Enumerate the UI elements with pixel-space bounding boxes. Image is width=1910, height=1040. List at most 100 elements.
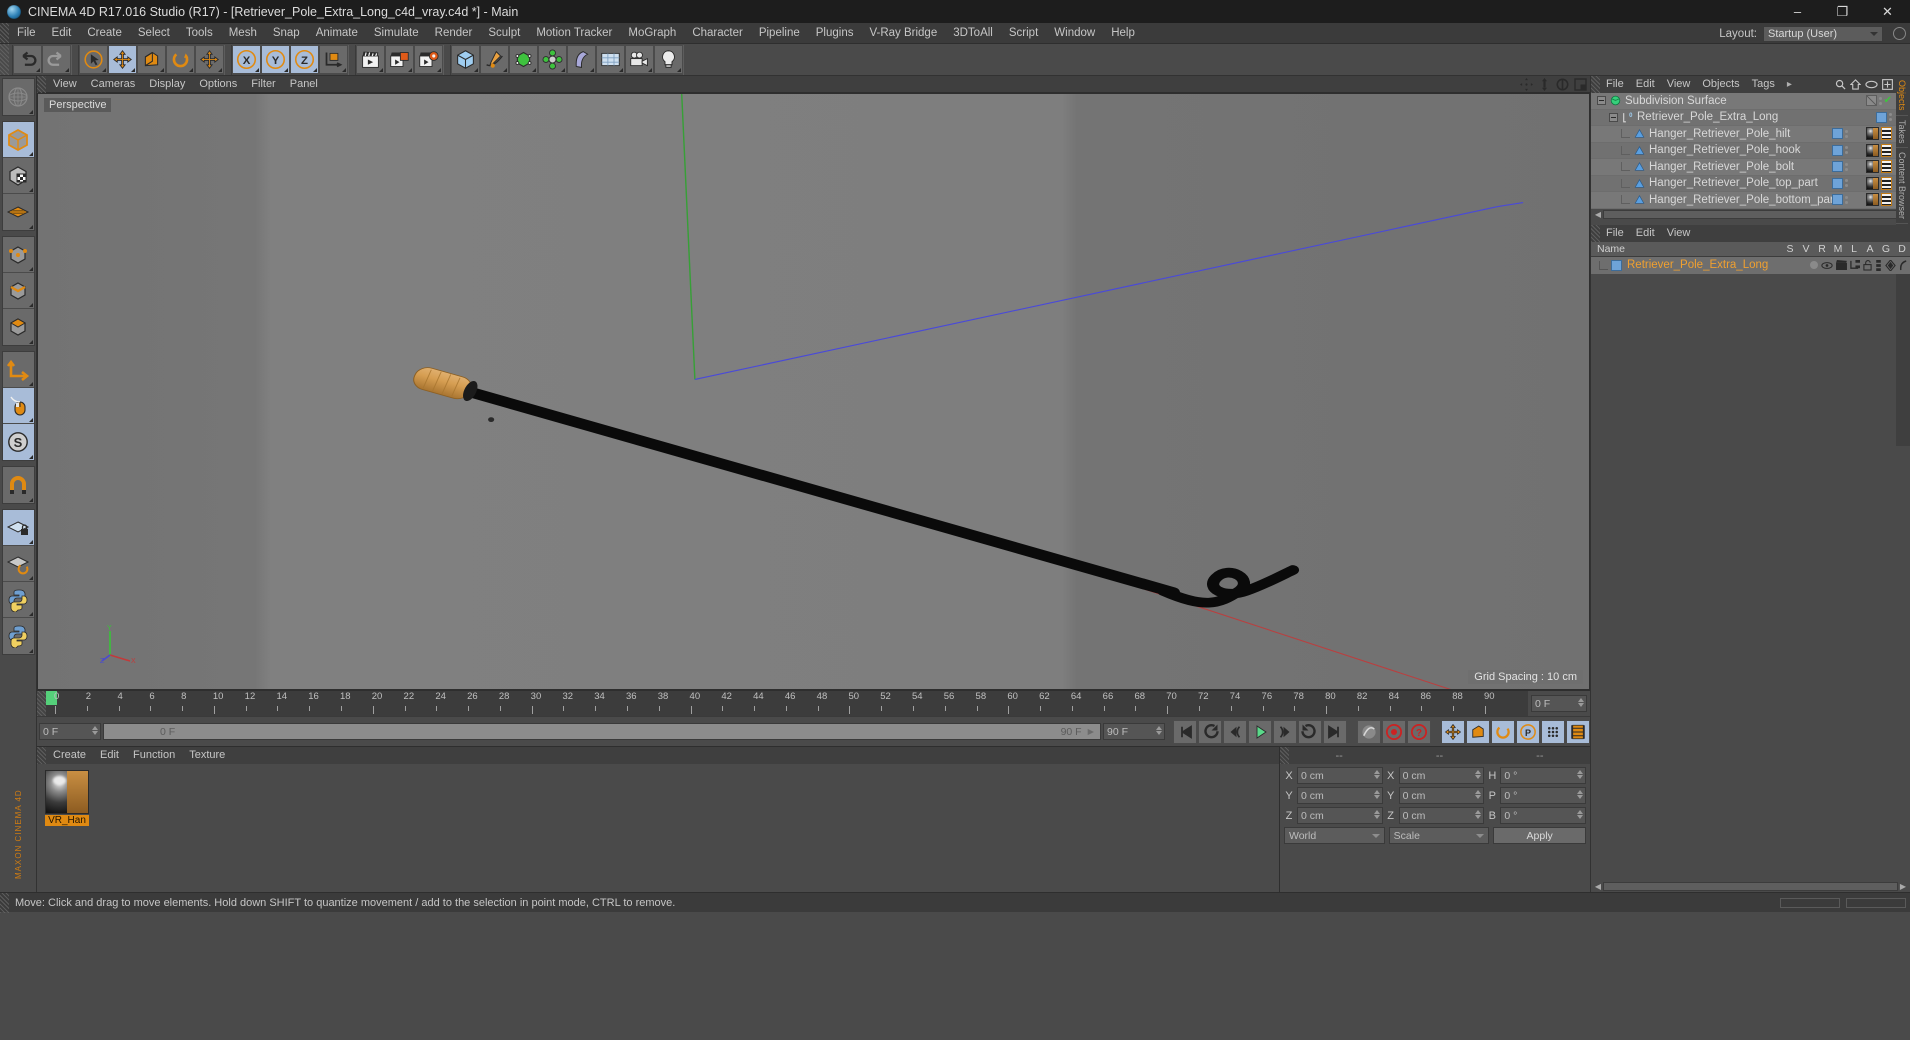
object-menu-item-tags[interactable]: Tags: [1746, 76, 1781, 93]
scroll-thumb[interactable]: [1603, 881, 1898, 891]
texture-tag-icon[interactable]: [1881, 193, 1892, 207]
enabled-check-icon[interactable]: ✔: [1884, 95, 1892, 106]
manager-toggle-icon[interactable]: [1850, 260, 1860, 270]
deformer-toggle-icon[interactable]: [1899, 259, 1908, 271]
current-frame-input[interactable]: 0 F: [1531, 695, 1587, 712]
search-icon[interactable]: [1835, 79, 1846, 90]
spinner-icon[interactable]: [1156, 726, 1162, 735]
position-z-input[interactable]: 0 cm: [1297, 807, 1383, 824]
scale-tool-button[interactable]: [137, 45, 166, 74]
attribute-row[interactable]: Retriever_Pole_Extra_Long: [1591, 256, 1910, 274]
menu-item-help[interactable]: Help: [1103, 23, 1143, 44]
undo-view-button[interactable]: [2, 79, 34, 115]
texture-tag-icon[interactable]: [1881, 127, 1892, 141]
render-settings-button[interactable]: [414, 45, 443, 74]
viewport-grip-handle[interactable]: [37, 75, 46, 93]
material-list[interactable]: VR_Han: [37, 764, 1279, 892]
material-grip-handle[interactable]: [37, 747, 46, 764]
object-visibility-dots[interactable]: [1889, 113, 1892, 122]
object-visibility-dots[interactable]: [1845, 129, 1848, 138]
object-visibility-box[interactable]: [1865, 95, 1877, 107]
coord-grip-handle[interactable]: [1280, 747, 1289, 764]
timeline-button[interactable]: [1566, 719, 1590, 744]
menu-item-v-ray-bridge[interactable]: V-Ray Bridge: [861, 23, 945, 44]
attribute-column-d[interactable]: D: [1894, 243, 1910, 255]
add-spline-button[interactable]: [480, 45, 509, 74]
attribute-menu-item-view[interactable]: View: [1661, 225, 1697, 242]
menu-item-script[interactable]: Script: [1001, 23, 1046, 44]
menu-item-select[interactable]: Select: [130, 23, 178, 44]
lock-z-button[interactable]: Z: [290, 45, 319, 74]
attribute-column-v[interactable]: V: [1798, 243, 1814, 255]
render-to-picture-viewer-button[interactable]: [385, 45, 414, 74]
rotation-b-input[interactable]: 0 °: [1500, 807, 1587, 824]
material-menu-item-edit[interactable]: Edit: [93, 747, 126, 764]
attribute-column-s[interactable]: S: [1782, 243, 1798, 255]
coordinate-mode-dropdown[interactable]: Scale: [1388, 827, 1490, 844]
end-frame-input[interactable]: 90 F: [1103, 723, 1165, 740]
viewport-menu-item-display[interactable]: Display: [142, 76, 192, 93]
redo-button[interactable]: [42, 45, 71, 74]
viewport-menu-item-view[interactable]: View: [46, 76, 84, 93]
menu-item-edit[interactable]: Edit: [44, 23, 80, 44]
python-script-button[interactable]: [2, 582, 34, 618]
menu-item-plugins[interactable]: Plugins: [808, 23, 862, 44]
add-nurbs-button[interactable]: [509, 45, 538, 74]
render-view-button[interactable]: [356, 45, 385, 74]
object-tree-scrollbar[interactable]: ◀ ▶: [1591, 208, 1910, 221]
object-visibility-box[interactable]: [1876, 111, 1887, 123]
spinner-icon[interactable]: [1373, 790, 1380, 799]
generator-toggle-icon[interactable]: [1885, 259, 1896, 271]
animation-toggle-icon[interactable]: [1875, 259, 1882, 271]
object-menu-item-view[interactable]: View: [1661, 76, 1697, 93]
start-frame-input[interactable]: 0 F: [39, 723, 101, 740]
menu-item-3dtoall[interactable]: 3DToAll: [945, 23, 1001, 44]
material-tag-icon[interactable]: [1866, 160, 1879, 174]
menu-item-tools[interactable]: Tools: [178, 23, 221, 44]
autokey-curve-button[interactable]: [1357, 719, 1381, 744]
material-tag-icon[interactable]: [1866, 176, 1879, 190]
spinner-icon[interactable]: [1577, 790, 1584, 799]
go-to-start-button[interactable]: [1173, 719, 1197, 744]
previous-key-button[interactable]: [1198, 719, 1222, 744]
material-item[interactable]: VR_Han: [45, 770, 89, 826]
menu-grip-handle[interactable]: [0, 23, 9, 43]
attribute-column-l[interactable]: L: [1846, 243, 1862, 255]
viewport-menu-item-options[interactable]: Options: [192, 76, 244, 93]
soft-selection-button[interactable]: S: [2, 424, 34, 460]
tree-expander-icon[interactable]: [1609, 112, 1618, 122]
position-x-input[interactable]: 0 cm: [1297, 767, 1383, 784]
viewport-solo-button[interactable]: [2, 388, 34, 424]
attribute-column-r[interactable]: R: [1814, 243, 1830, 255]
scroll-thumb[interactable]: [1603, 210, 1898, 219]
material-menu-item-create[interactable]: Create: [46, 747, 93, 764]
step-forward-button[interactable]: [1273, 719, 1297, 744]
perspective-viewport[interactable]: Perspective Grid Spacing : 10 cm Y X Z: [37, 93, 1590, 690]
scroll-right-icon[interactable]: ▶: [1898, 882, 1908, 891]
viewport-menu-item-cameras[interactable]: Cameras: [84, 76, 143, 93]
size-x-input[interactable]: 0 cm: [1398, 767, 1485, 784]
attribute-menu-item-file[interactable]: File: [1600, 225, 1630, 242]
attribute-column-m[interactable]: M: [1830, 243, 1846, 255]
python-generator-button[interactable]: [2, 618, 34, 654]
maximize-button[interactable]: ❐: [1820, 0, 1865, 23]
object-tree-row[interactable]: Hanger_Retriever_Pole_bottom_part: [1591, 192, 1910, 209]
object-visibility-box[interactable]: [1832, 177, 1843, 189]
lock-toggle-icon[interactable]: [1863, 259, 1872, 271]
add-array-button[interactable]: [538, 45, 567, 74]
toolbar-grip-handle[interactable]: [0, 44, 9, 75]
object-tree-row[interactable]: 0 Retriever_Pole_Extra_Long: [1591, 109, 1910, 126]
eye-icon[interactable]: [1865, 80, 1878, 89]
object-tree-row[interactable]: Hanger_Retriever_Pole_bolt: [1591, 159, 1910, 176]
spinner-icon[interactable]: [1578, 698, 1584, 707]
rotation-h-input[interactable]: 0 °: [1500, 767, 1587, 784]
lock-workplane-button[interactable]: [2, 510, 34, 546]
menu-item-mograph[interactable]: MoGraph: [620, 23, 684, 44]
undo-button[interactable]: [13, 45, 42, 74]
viewport-menu-item-filter[interactable]: Filter: [244, 76, 282, 93]
layout-dropdown[interactable]: Startup (User): [1763, 25, 1883, 42]
size-y-input[interactable]: 0 cm: [1398, 787, 1485, 804]
home-icon[interactable]: [1850, 79, 1861, 90]
key-position-button[interactable]: [1441, 719, 1465, 744]
texture-tag-icon[interactable]: [1881, 160, 1892, 174]
